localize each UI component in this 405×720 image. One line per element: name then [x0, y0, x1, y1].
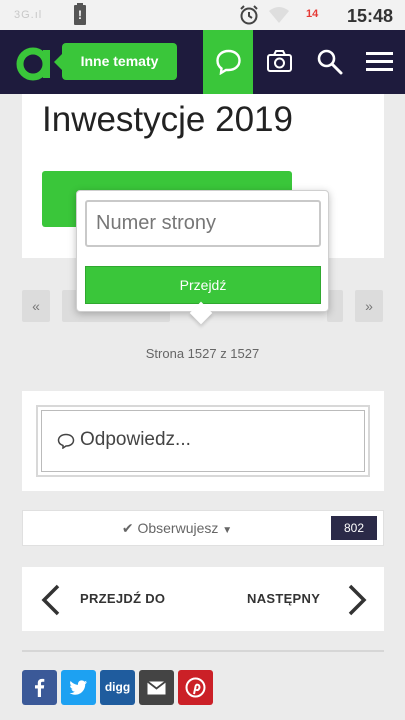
go-button[interactable]: Przejdź — [85, 266, 321, 304]
signal-icon: 3G.ıl — [14, 9, 43, 21]
check-icon: ✔ — [121, 520, 134, 536]
wifi-icon — [269, 7, 289, 23]
chat-button[interactable] — [203, 30, 253, 94]
divider — [22, 650, 384, 652]
chat-icon — [216, 49, 241, 75]
follow-bar: ✔ Obserwujesz ▼ 802 — [22, 510, 384, 546]
share-facebook-button[interactable] — [22, 670, 57, 705]
share-pinterest-button[interactable] — [178, 670, 213, 705]
chevron-left-icon — [41, 584, 60, 616]
last-page-button[interactable]: » — [355, 290, 383, 322]
camera-button[interactable] — [254, 30, 304, 94]
search-button[interactable] — [304, 30, 354, 94]
search-icon — [317, 49, 343, 75]
logo-icon[interactable] — [14, 42, 58, 82]
status-bar: 3G.ıl ! 14 15:48 — [0, 0, 405, 30]
facebook-icon — [35, 678, 45, 697]
clock: 15:48 — [346, 6, 393, 26]
page-info: Strona 1527 z 1527 — [145, 346, 260, 361]
share-digg-button[interactable]: digg — [100, 670, 135, 705]
caret-down-icon: ▼ — [222, 525, 233, 536]
share-twitter-button[interactable] — [61, 670, 96, 705]
alarm-icon — [240, 5, 258, 25]
pagination-segment — [327, 290, 343, 322]
reply-card: Odpowiedz... — [22, 391, 384, 491]
page-title: Inwestycje 2019 — [42, 100, 293, 139]
chevron-right-icon — [348, 584, 367, 616]
jump-to-label: PRZEJDŹ DO — [80, 591, 166, 606]
go-to-page-popup: Przejdź — [76, 190, 329, 312]
pinterest-icon — [185, 677, 206, 698]
reply-button[interactable]: Odpowiedz... — [36, 405, 370, 477]
page-number-input[interactable] — [85, 200, 321, 247]
comment-icon — [57, 433, 75, 449]
first-page-button[interactable]: « — [22, 290, 50, 322]
reply-label: Odpowiedz... — [80, 429, 191, 450]
email-icon — [146, 680, 167, 695]
digg-icon: digg — [104, 680, 131, 694]
camera-icon — [267, 50, 292, 72]
follow-label: Obserwujesz — [137, 520, 219, 536]
next-label: NASTĘPNY — [247, 591, 321, 606]
app-header: Inne tematy — [0, 30, 405, 94]
menu-icon — [366, 52, 393, 71]
share-email-button[interactable] — [139, 670, 174, 705]
twitter-icon — [69, 680, 87, 695]
other-topics-button[interactable]: Inne tematy — [54, 43, 177, 80]
follow-button[interactable]: ✔ Obserwujesz ▼ — [23, 511, 331, 548]
follower-count: 802 — [331, 516, 377, 540]
menu-button[interactable] — [354, 30, 404, 94]
battery-alert: ! — [78, 8, 82, 22]
notification-badge: 14 — [306, 8, 319, 20]
battery-icon: ! — [74, 3, 86, 25]
topic-navigation: PRZEJDŹ DO NASTĘPNY — [22, 567, 384, 631]
